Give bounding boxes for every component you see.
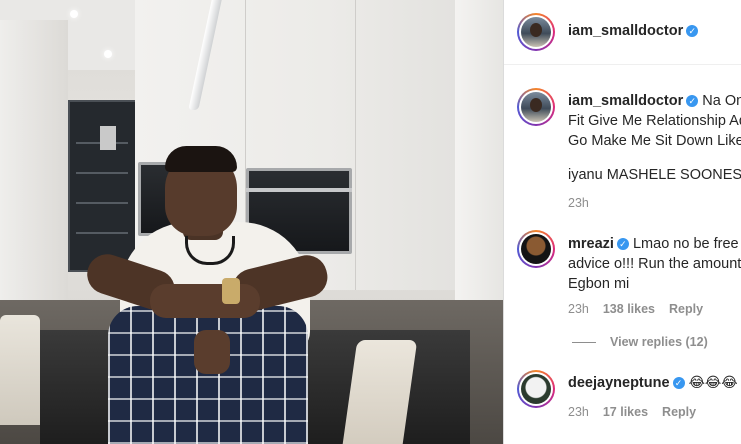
caption-text: Na On: [702, 93, 741, 109]
comment-likes[interactable]: 138 likes: [603, 302, 655, 316]
comment-username[interactable]: deejayneptune: [568, 375, 670, 391]
view-replies-label[interactable]: View replies (12): [610, 335, 708, 349]
reply-button[interactable]: Reply: [662, 405, 696, 419]
comment-meta: 23h 138 likes Reply: [568, 302, 717, 316]
caption-meta: 23h: [568, 196, 603, 210]
verified-badge-icon: ✓: [686, 25, 699, 37]
comment-avatar[interactable]: [517, 230, 555, 268]
person-watch: [222, 278, 240, 304]
comment-time[interactable]: 23h: [568, 405, 589, 419]
photo-wall: [0, 20, 68, 320]
post-photo[interactable]: [0, 0, 504, 444]
avatar-image: [521, 17, 551, 47]
verified-badge-icon: ✓: [686, 95, 699, 107]
person-pants: [108, 306, 308, 444]
comment-text: Lmao no be free: [632, 236, 739, 252]
comment-avatar[interactable]: [517, 370, 555, 408]
caption-time[interactable]: 23h: [568, 196, 589, 210]
view-replies-button[interactable]: View replies (12): [572, 335, 708, 349]
post-author-username[interactable]: iam_smalldoctor ✓: [568, 23, 699, 39]
comment-first-line: mreazi ✓ Lmao no be free: [568, 234, 739, 254]
caption-avatar[interactable]: [517, 88, 555, 126]
caption-first-line: iam_smalldoctor ✓ Na On: [568, 91, 741, 111]
caption-username[interactable]: iam_smalldoctor: [568, 93, 683, 109]
verified-badge-icon: ✓: [672, 377, 685, 389]
comment-text: 😂😂😂: [688, 375, 738, 391]
person-hair: [165, 146, 237, 172]
cabinet-seam: [355, 0, 356, 290]
avatar-image: [521, 92, 551, 122]
comments-pane: iam_smalldoctor ✓ iam_smalldoctor ✓ Na On …: [504, 0, 741, 444]
person-hand: [194, 330, 230, 374]
avatar-image: [521, 374, 551, 404]
caption-line: Fit Give Me Relationship Ad: [568, 113, 741, 129]
avatar-image: [521, 234, 551, 264]
author-name[interactable]: iam_smalldoctor: [568, 23, 683, 39]
comment-first-line: deejayneptune ✓ 😂😂😂: [568, 373, 738, 393]
comment-time[interactable]: 23h: [568, 302, 589, 316]
post-header: iam_smalldoctor ✓: [504, 0, 741, 65]
ceiling-light: [70, 10, 78, 18]
person-forearms: [150, 284, 260, 318]
photo-chair-left: [0, 315, 40, 425]
photo-door-sign: [100, 126, 116, 150]
verified-badge-icon: ✓: [616, 238, 629, 250]
ceiling-light: [104, 50, 112, 58]
author-avatar[interactable]: [517, 13, 555, 51]
comment-meta: 23h 17 likes Reply: [568, 405, 710, 419]
comment-likes[interactable]: 17 likes: [603, 405, 648, 419]
comment-line: advice o!!! Run the amount: [568, 256, 741, 272]
comment-username[interactable]: mreazi: [568, 236, 614, 252]
caption-line: iyanu MASHELE SOONEST: [568, 167, 741, 183]
comment-line: Egbon mi: [568, 276, 630, 292]
replies-divider: [572, 342, 596, 344]
reply-button[interactable]: Reply: [669, 302, 703, 316]
caption-line: Go Make Me Sit Down Like: [568, 133, 741, 149]
oven-handle: [246, 188, 352, 192]
